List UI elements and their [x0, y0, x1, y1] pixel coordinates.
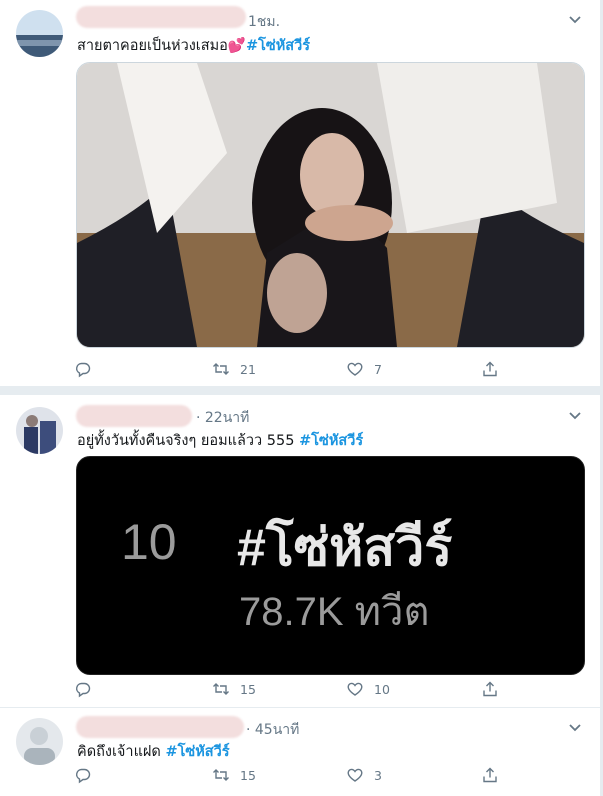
- hashtag-link[interactable]: #โซ่หัสวีร์: [246, 38, 310, 54]
- tweet-photo[interactable]: [76, 62, 585, 348]
- hashtag-link[interactable]: #โซ่หัสวีร์: [299, 433, 363, 449]
- like-button[interactable]: 7: [346, 360, 382, 378]
- retweet-button[interactable]: 21: [212, 360, 256, 378]
- share-button[interactable]: [481, 766, 499, 784]
- share-icon: [483, 361, 497, 377]
- trend-tweet-count: 78.7K ทวีต: [239, 590, 430, 634]
- heart-icon: [347, 682, 363, 696]
- retweet-count: 21: [240, 361, 256, 377]
- share-icon: [483, 681, 497, 697]
- author-name-redacted[interactable]: [76, 6, 246, 28]
- retweet-count: 15: [240, 681, 256, 697]
- share-button[interactable]: [481, 360, 499, 378]
- tweet-body: อยู่ทั้งวันทั้งคืนจริงๆ ยอมแล้วว 555: [77, 433, 300, 449]
- like-button[interactable]: 3: [346, 766, 382, 784]
- trend-rank: 10: [121, 514, 177, 570]
- like-count: 10: [374, 681, 390, 697]
- retweet-count: 15: [240, 767, 256, 783]
- tweet-timestamp[interactable]: · 45นาที: [246, 719, 299, 741]
- avatar[interactable]: [16, 10, 63, 57]
- chevron-down-icon[interactable]: [568, 409, 582, 423]
- retweet-button[interactable]: 15: [212, 680, 256, 698]
- timeline: 1ชม. สายตาคอยเป็นห่วงเสมอ💕#โซ่หัสวีร์ 21…: [0, 0, 600, 796]
- tweet[interactable]: · 22นาที อยู่ทั้งวันทั้งคืนจริงๆ ยอมแล้ว…: [0, 395, 600, 708]
- reply-icon: [76, 362, 91, 378]
- chevron-down-icon[interactable]: [568, 721, 582, 735]
- retweet-button[interactable]: 15: [212, 766, 256, 784]
- tweet-text: สายตาคอยเป็นห่วงเสมอ💕#โซ่หัสวีร์: [77, 34, 310, 57]
- tweet[interactable]: · 45นาที คิดถึงเจ้าแฝด #โซ่หัสวีร์ 15 3: [0, 708, 600, 796]
- tweet-timestamp[interactable]: 1ชม.: [248, 11, 280, 33]
- avatar[interactable]: [16, 407, 63, 454]
- share-button[interactable]: [481, 680, 499, 698]
- retweet-icon: [213, 769, 229, 781]
- reply-button[interactable]: [74, 766, 92, 784]
- reply-button[interactable]: [74, 360, 92, 378]
- author-name-redacted[interactable]: [76, 716, 244, 738]
- retweet-icon: [213, 683, 229, 695]
- reply-icon: [76, 682, 91, 698]
- two-hearts-emoji: 💕: [227, 38, 246, 54]
- author-name-redacted[interactable]: [76, 405, 192, 427]
- share-icon: [483, 767, 497, 783]
- tweet-actions: 21 7: [74, 360, 514, 380]
- retweet-icon: [213, 363, 229, 375]
- tweet-timestamp[interactable]: · 22นาที: [196, 407, 249, 429]
- like-count: 3: [374, 767, 382, 783]
- tweet-text: คิดถึงเจ้าแฝด #โซ่หัสวีร์: [77, 740, 230, 763]
- reply-icon: [76, 768, 91, 784]
- like-button[interactable]: 10: [346, 680, 390, 698]
- tweet-actions: 15 10: [74, 680, 514, 700]
- heart-icon: [347, 768, 363, 782]
- trend-hashtag: #โซ่หัสวีร์: [237, 519, 453, 577]
- reply-button[interactable]: [74, 680, 92, 698]
- hashtag-link[interactable]: #โซ่หัสวีร์: [165, 744, 229, 760]
- tweet-body: คิดถึงเจ้าแฝด: [77, 744, 166, 760]
- feed-separator: [0, 387, 600, 395]
- avatar[interactable]: [16, 718, 63, 765]
- heart-icon: [347, 362, 363, 376]
- tweet-actions: 15 3: [74, 766, 514, 786]
- chevron-down-icon[interactable]: [568, 13, 582, 27]
- trend-screenshot-card[interactable]: 10 #โซ่หัสวีร์ 78.7K ทวีต: [76, 456, 585, 675]
- tweet[interactable]: 1ชม. สายตาคอยเป็นห่วงเสมอ💕#โซ่หัสวีร์ 21…: [0, 0, 600, 387]
- tweet-text: อยู่ทั้งวันทั้งคืนจริงๆ ยอมแล้วว 555 #โซ…: [77, 429, 363, 452]
- tweet-body: สายตาคอยเป็นห่วงเสมอ: [77, 38, 228, 54]
- like-count: 7: [374, 361, 382, 377]
